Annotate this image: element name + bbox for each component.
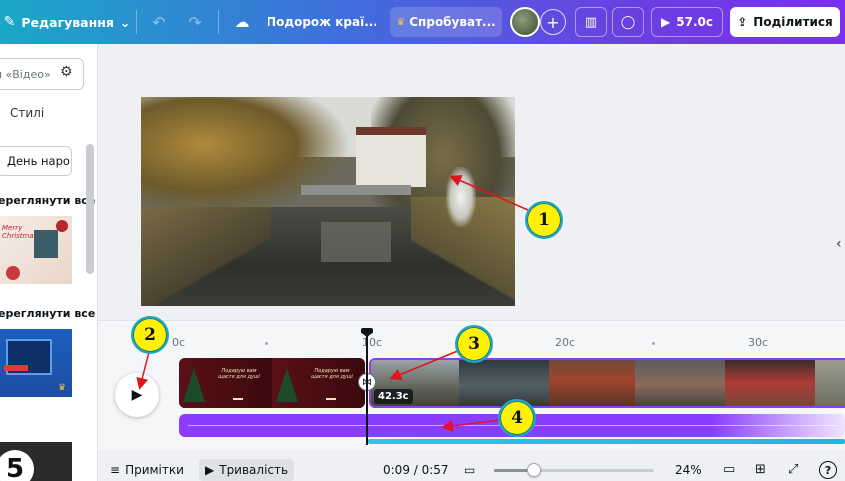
panel-scrollbar[interactable] xyxy=(86,144,94,274)
photo-reflection xyxy=(321,222,391,262)
canvas-photo[interactable] xyxy=(141,97,515,306)
share-icon: ⇪ xyxy=(737,15,748,29)
clip-frame-text: Подарую вам щастя для душі xyxy=(218,368,260,380)
fullscreen-icon[interactable]: ⤢ xyxy=(788,458,798,481)
photo-bridge xyxy=(301,185,411,195)
duration-icon: ▶ xyxy=(205,463,215,477)
filter-icon[interactable]: ⚙ xyxy=(60,64,91,80)
notes-button[interactable]: ≡ Примітки xyxy=(110,458,184,481)
photo-white-tree xyxy=(446,167,476,227)
timeline-tick: 0с xyxy=(172,336,186,349)
annotation-callout-2: 2 xyxy=(131,316,169,354)
play-icon: ▶ xyxy=(661,15,671,29)
annotation-callout-4: 4 xyxy=(498,399,536,437)
try-pro-label: Спробуват... xyxy=(409,15,496,29)
share-button[interactable]: ⇪ Поділитися xyxy=(730,7,840,37)
timeline-tick-dot xyxy=(652,342,655,345)
ornament-image xyxy=(56,220,68,232)
crown-icon: ♛ xyxy=(396,16,406,28)
timeline-clip[interactable]: Подарую вам щастя для душі Подарую вам щ… xyxy=(179,358,365,408)
see-all-link[interactable]: ереглянути все xyxy=(0,194,95,207)
zoom-percentage[interactable]: 24% xyxy=(675,458,702,481)
see-all-link[interactable]: ереглянути все xyxy=(0,307,95,320)
category-chip[interactable]: День наро xyxy=(0,146,72,176)
divider xyxy=(136,10,137,34)
search-placeholder: ом «Відео» xyxy=(0,67,51,81)
clip-frame xyxy=(549,360,635,406)
timeline-tick: 30с xyxy=(748,336,769,349)
thumbnail-text: Merry Christmas xyxy=(2,224,38,240)
left-side-panel: ом «Відео» ⚙ Стилі День наро ереглянути … xyxy=(0,44,98,481)
crown-icon: ♛ xyxy=(58,383,67,393)
playhead[interactable] xyxy=(366,330,368,445)
cloud-saved-icon[interactable]: ☁ xyxy=(230,0,254,44)
clip-frame-line xyxy=(326,398,336,400)
timeline-tick: 20с xyxy=(555,336,576,349)
play-duration: 57.0с xyxy=(676,15,713,29)
edit-menu-label: Редагування xyxy=(21,14,114,30)
clip-frame-line xyxy=(233,398,243,400)
resize-handle-icon[interactable]: ‹ xyxy=(836,236,842,252)
redo-icon[interactable]: ↷ xyxy=(184,0,206,44)
divider xyxy=(218,10,219,34)
annotation-callout-1: 1 xyxy=(525,201,563,239)
duration-button[interactable]: ▶ Тривалість xyxy=(199,459,295,481)
chevron-down-icon: ⌄ xyxy=(119,14,131,30)
help-icon[interactable]: ? xyxy=(819,461,837,479)
template-thumbnail[interactable]: ♛ xyxy=(0,329,72,397)
thumbnail-number: 5 xyxy=(0,450,34,481)
photo-bank xyxy=(141,207,271,306)
edit-menu-button[interactable]: ✎ Редагування ⌄ xyxy=(0,0,131,44)
ornament-image xyxy=(6,266,20,280)
clip-duration-badge: 42.3с xyxy=(374,389,413,404)
timeline-tick-dot xyxy=(265,342,268,345)
clip-frame-text: Подарую вам щастя для душі xyxy=(311,368,353,380)
notes-label: Примітки xyxy=(125,462,184,477)
grid-view-icon[interactable]: ⊞ xyxy=(755,458,766,481)
document-title[interactable]: Подорож краї... xyxy=(268,0,376,44)
duration-label: Тривалість xyxy=(219,463,289,477)
clip-frame xyxy=(725,360,815,406)
xmas-tree-image xyxy=(276,368,298,402)
clip-frame xyxy=(459,360,549,406)
play-icon: ▶ xyxy=(131,387,143,403)
template-thumbnail[interactable]: 5 xyxy=(0,442,72,481)
present-play-button[interactable]: ▶ 57.0с xyxy=(651,7,723,37)
timeline-clip-selected[interactable] xyxy=(369,358,845,408)
template-thumbnail[interactable]: Merry Christmas xyxy=(0,216,72,284)
xmas-tree-image xyxy=(183,368,205,402)
clip-frame: Подарую вам щастя для душі xyxy=(179,358,272,408)
try-pro-button[interactable]: ♛ Спробуват... xyxy=(390,7,502,37)
timeline-play-button[interactable]: ▶ xyxy=(115,373,159,417)
annotation-callout-3: 3 xyxy=(455,325,493,363)
add-user-button[interactable]: + xyxy=(540,9,566,35)
comment-icon[interactable]: ◯ xyxy=(612,7,644,37)
page-view-icon[interactable]: ▭ xyxy=(723,458,735,481)
thumbnail-photo xyxy=(34,230,58,258)
tab-styles[interactable]: Стилі xyxy=(10,106,44,120)
top-toolbar: ✎ Редагування ⌄ ↶ ↷ ☁ Подорож краї... ♛ … xyxy=(0,0,845,44)
undo-icon[interactable]: ↶ xyxy=(148,0,170,44)
audio-track-secondary[interactable] xyxy=(368,439,845,444)
thumbnail-bar xyxy=(4,365,28,371)
clip-frame xyxy=(635,360,725,406)
share-label: Поділитися xyxy=(753,15,833,29)
bar-chart-icon[interactable]: ▥ xyxy=(575,7,607,37)
zoom-slider-handle[interactable] xyxy=(527,463,541,477)
clip-frame xyxy=(815,360,845,406)
avatar[interactable] xyxy=(510,7,540,37)
notes-icon: ≡ xyxy=(110,462,121,477)
timeline-tick: 10с xyxy=(362,336,383,349)
time-display: 0:09 / 0:57 xyxy=(383,462,449,477)
photo-tree xyxy=(141,97,351,217)
photo-house xyxy=(356,127,426,187)
fit-frame-icon[interactable]: ▭ xyxy=(464,458,475,481)
clip-frame: Подарую вам щастя для душі xyxy=(272,358,365,408)
pencil-icon: ✎ xyxy=(3,14,16,30)
